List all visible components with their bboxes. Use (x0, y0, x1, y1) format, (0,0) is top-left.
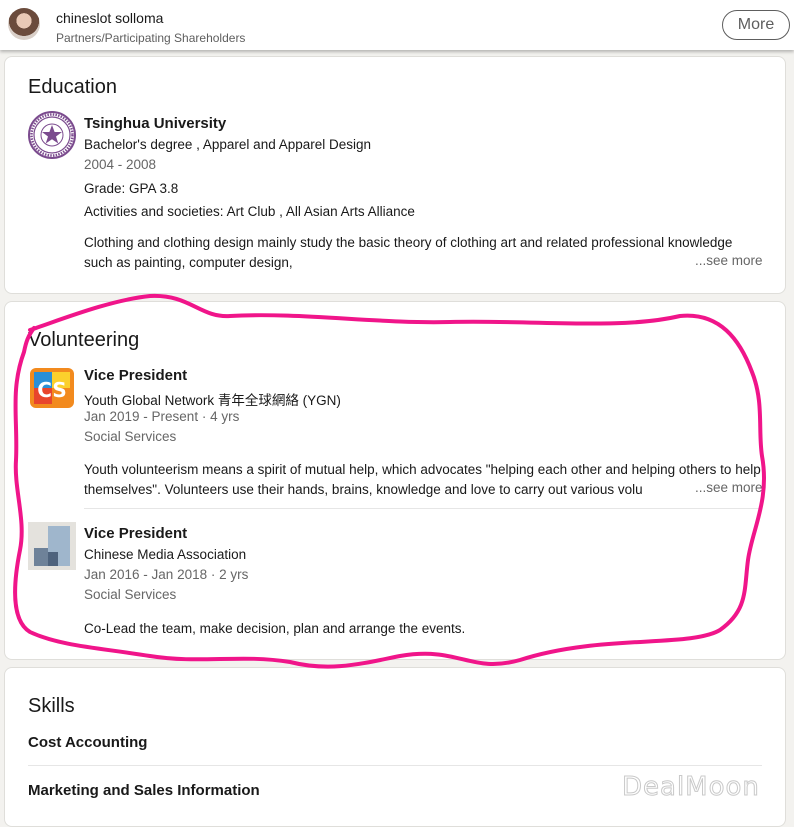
skill-item[interactable]: Marketing and Sales Information (28, 782, 260, 799)
divider (84, 508, 762, 509)
profile-headline: Partners/Participating Shareholders (56, 31, 246, 45)
university-seal-icon[interactable] (28, 111, 76, 159)
see-more-link[interactable]: ...see more (691, 480, 763, 495)
volunteer-cause: Social Services (84, 587, 177, 602)
skill-item[interactable]: Cost Accounting (28, 734, 147, 751)
skills-section: Skills Cost Accounting Marketing and Sal… (4, 667, 786, 827)
volunteer-cause: Social Services (84, 429, 177, 444)
see-more-link[interactable]: ...see more (695, 253, 763, 268)
profile-name[interactable]: chineslot solloma (56, 10, 163, 26)
avatar[interactable] (8, 8, 40, 40)
volunteer-role[interactable]: Vice President (84, 525, 187, 542)
more-button[interactable]: More (722, 10, 790, 40)
volunteer-organization: Chinese Media Association (84, 547, 247, 562)
section-title-skills: Skills (28, 695, 75, 717)
volunteer-dates: Jan 2016 - Jan 2018 · 2 yrs (84, 567, 249, 582)
grade: Grade: GPA 3.8 (84, 181, 179, 196)
volunteer-dates: Jan 2019 - Present · 4 yrs (84, 409, 240, 424)
ygn-logo-icon[interactable]: CS (28, 364, 76, 412)
profile-sticky-header: chineslot solloma Partners/Participating… (0, 0, 794, 50)
education-dates: 2004 - 2008 (84, 157, 157, 172)
activities: Activities and societies: Art Club , All… (84, 204, 415, 219)
watermark: DealMoon (622, 772, 760, 803)
volunteer-organization: Youth Global Network 青年全球網絡 (YGN) (84, 393, 341, 408)
education-section: Education Tsinghua University Bachelor's… (4, 56, 786, 294)
volunteering-section: Volunteering CS Vice President Youth Glo… (4, 301, 786, 660)
school-name[interactable]: Tsinghua University (84, 115, 226, 132)
volunteer-description: Co-Lead the team, make decision, plan an… (84, 621, 466, 636)
svg-text:CS: CS (37, 378, 66, 402)
volunteer-role[interactable]: Vice President (84, 367, 187, 384)
divider (28, 765, 762, 766)
section-title-education: Education (28, 76, 117, 98)
org-placeholder-icon[interactable] (28, 522, 76, 570)
volunteer-description: Youth volunteerism means a spirit of mut… (84, 462, 761, 497)
degree: Bachelor's degree , Apparel and Apparel … (84, 137, 372, 152)
section-title-volunteering: Volunteering (28, 329, 140, 351)
education-description: Clothing and clothing design mainly stud… (84, 235, 733, 270)
